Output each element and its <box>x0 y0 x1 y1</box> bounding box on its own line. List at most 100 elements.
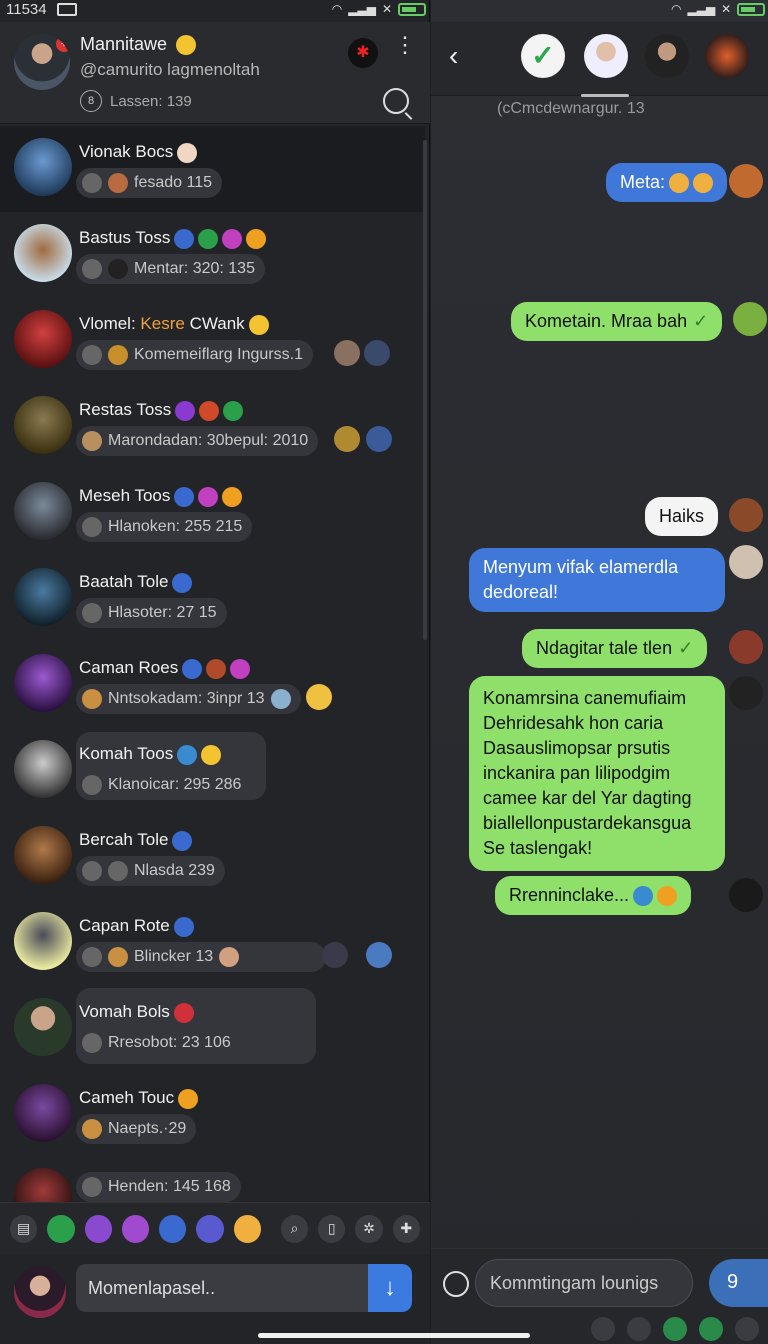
participant-avatar[interactable] <box>584 34 628 78</box>
reaction-icon <box>82 1119 102 1139</box>
message-bubble[interactable]: Meta: <box>606 163 728 202</box>
sticker-icon[interactable] <box>121 1214 150 1243</box>
chat-item[interactable]: Bastus Toss Mentar: 320: 135 <box>0 212 425 298</box>
call-icon <box>82 345 102 365</box>
profile-avatar[interactable]: + <box>14 34 70 90</box>
member-avatar <box>334 340 360 366</box>
chat-item[interactable]: Bercah Tole Nlasda 239 <box>0 814 425 900</box>
face-emoji-icon <box>177 142 198 163</box>
pen-icon[interactable] <box>735 1317 759 1341</box>
message-bubble[interactable]: Menyum vifak elamerdla dedoreal! <box>469 548 725 612</box>
emoji-icon <box>206 658 227 679</box>
user-avatar[interactable] <box>14 1266 66 1318</box>
chat-bubble-icon[interactable] <box>47 1214 75 1243</box>
chat-item[interactable]: Cameh Touc Naepts.·29 <box>0 1072 425 1158</box>
message-bubble[interactable]: Ndagitar tale tlen ✓ <box>522 629 708 668</box>
emoji-icon <box>246 228 267 249</box>
emoji-icon <box>201 744 222 765</box>
sender-avatar <box>733 302 767 336</box>
call-icon <box>82 947 102 967</box>
more-menu-icon[interactable]: ⋮ <box>394 34 416 56</box>
chat-avatar <box>14 310 72 368</box>
chat-item[interactable]: Vomah Bols Rresobot: 23 106 <box>0 986 425 1072</box>
document-icon[interactable]: ▤ <box>10 1214 38 1243</box>
chat-item[interactable]: Caman Roes Nntsokadam: 3inpr 13 <box>0 642 425 728</box>
chat-name: Komah Toos <box>79 744 174 763</box>
status-icons: ◠ ▂▃▅ ✕ <box>332 2 426 16</box>
back-arrow-icon[interactable]: ‹ <box>449 40 458 72</box>
chat-list: Vionak Bocs fesado 115 Bastus Toss Menta… <box>0 126 430 1202</box>
star-icon <box>230 658 251 679</box>
message-bubble[interactable]: Kometain. Mraa bah ✓ <box>511 302 723 341</box>
verified-icon <box>172 830 193 851</box>
participant-avatar[interactable] <box>645 34 689 78</box>
pin-icon[interactable]: ✚ <box>392 1214 420 1243</box>
link-icon[interactable] <box>159 1214 187 1243</box>
reaction-icon <box>108 345 128 365</box>
search-icon[interactable] <box>383 88 409 114</box>
call-icon <box>82 517 102 537</box>
signal-icon: ▂▃▅ <box>687 2 716 16</box>
call-icon <box>82 1033 102 1053</box>
battery-icon <box>737 2 766 16</box>
message-bubble[interactable]: Rrenninclake... <box>495 876 692 915</box>
emoji-picker-icon[interactable] <box>443 1271 469 1297</box>
signal-icon: ▂▃▅ <box>348 2 376 16</box>
chat-preview: Hlasoter: 27 15 <box>76 598 227 628</box>
conversation-header: ‹ ✓ <box>431 22 768 97</box>
sticker-icon[interactable] <box>196 1214 224 1243</box>
sticker-icon[interactable] <box>699 1317 723 1341</box>
search-icon[interactable]: ⌕ <box>280 1214 309 1243</box>
chat-item[interactable]: Capan Rote Blincker 13 <box>0 900 425 986</box>
call-icon <box>108 861 128 881</box>
status-time: 11534 <box>6 0 47 18</box>
conversation-pane: ◠ ▂▃▅ ✕ ‹ ✓ (cCmcdewnargur. 13 Meta: Kom… <box>431 0 768 1344</box>
chat-preview: Komemeiflarg Ingurss.1 <box>76 340 313 370</box>
call-icon <box>82 1177 102 1197</box>
message-input[interactable]: Momenlapasel.. <box>76 1264 368 1312</box>
active-tab-indicator <box>581 94 629 97</box>
emoji-icon <box>178 1088 199 1109</box>
search-icon[interactable] <box>591 1317 615 1341</box>
send-button[interactable]: ↓ <box>368 1264 412 1312</box>
sender-avatar <box>729 630 763 664</box>
sender-avatar <box>729 164 763 198</box>
participant-avatar[interactable] <box>705 34 749 78</box>
conversation-message-input[interactable]: Kommtingam lounigs <box>475 1259 693 1307</box>
scrollbar[interactable] <box>423 140 427 640</box>
chat-item[interactable]: Restas Toss Marondadan: 30bepul: 2010 <box>0 384 425 470</box>
check-icon[interactable]: ✓ <box>521 34 565 78</box>
verified-icon <box>633 886 654 907</box>
chat-preview: Klanoicar: 295 286 <box>76 770 251 800</box>
message-bubble[interactable]: Konamrsina canemufiaim Dehridesahk hon c… <box>469 676 725 871</box>
send-button[interactable]: 9 <box>709 1259 768 1307</box>
status-bar-right: ◠ ▂▃▅ ✕ <box>671 0 766 18</box>
emoji-icon <box>693 173 714 194</box>
phone-icon[interactable]: ▯ <box>318 1214 346 1243</box>
chat-avatar <box>14 1168 72 1202</box>
chat-avatar <box>14 224 72 282</box>
chat-item[interactable]: Baatah Tole Hlasoter: 27 15 <box>0 556 425 642</box>
message-bubble[interactable]: Haiks <box>645 497 719 536</box>
sticker-icon[interactable] <box>84 1214 112 1243</box>
chat-item[interactable]: Vionak Bocs fesado 115 <box>0 126 425 212</box>
chat-name-highlight: Kesre <box>140 314 185 333</box>
bug-icon[interactable]: ✱ <box>348 38 378 68</box>
chat-avatar <box>14 138 72 196</box>
chat-name: Vionak Bocs <box>79 142 174 161</box>
hand-icon <box>219 947 240 967</box>
chat-item[interactable]: Vlomel: Kesre CWank Komemeiflarg Ingurss… <box>0 298 425 384</box>
home-indicator <box>258 1333 530 1338</box>
member-avatar <box>364 340 390 366</box>
chat-name: Vomah Bols <box>79 1002 170 1021</box>
chat-item[interactable]: Komah Toos Klanoicar: 295 286 <box>0 728 425 814</box>
profile-handle: @camurito lagmenoltah <box>80 60 260 79</box>
chat-item[interactable]: Henden: 145 168 <box>0 1158 425 1202</box>
settings-icon[interactable]: ✲ <box>355 1214 383 1243</box>
emoji-icon[interactable] <box>233 1214 261 1243</box>
gift-icon[interactable] <box>663 1317 687 1341</box>
chat-item[interactable]: Meseh Toos Hlanoken: 255 215 <box>0 470 425 556</box>
badge-icon <box>174 228 195 249</box>
chat-name-prefix: Vlomel: <box>79 314 136 333</box>
tools-icon[interactable] <box>627 1317 651 1341</box>
